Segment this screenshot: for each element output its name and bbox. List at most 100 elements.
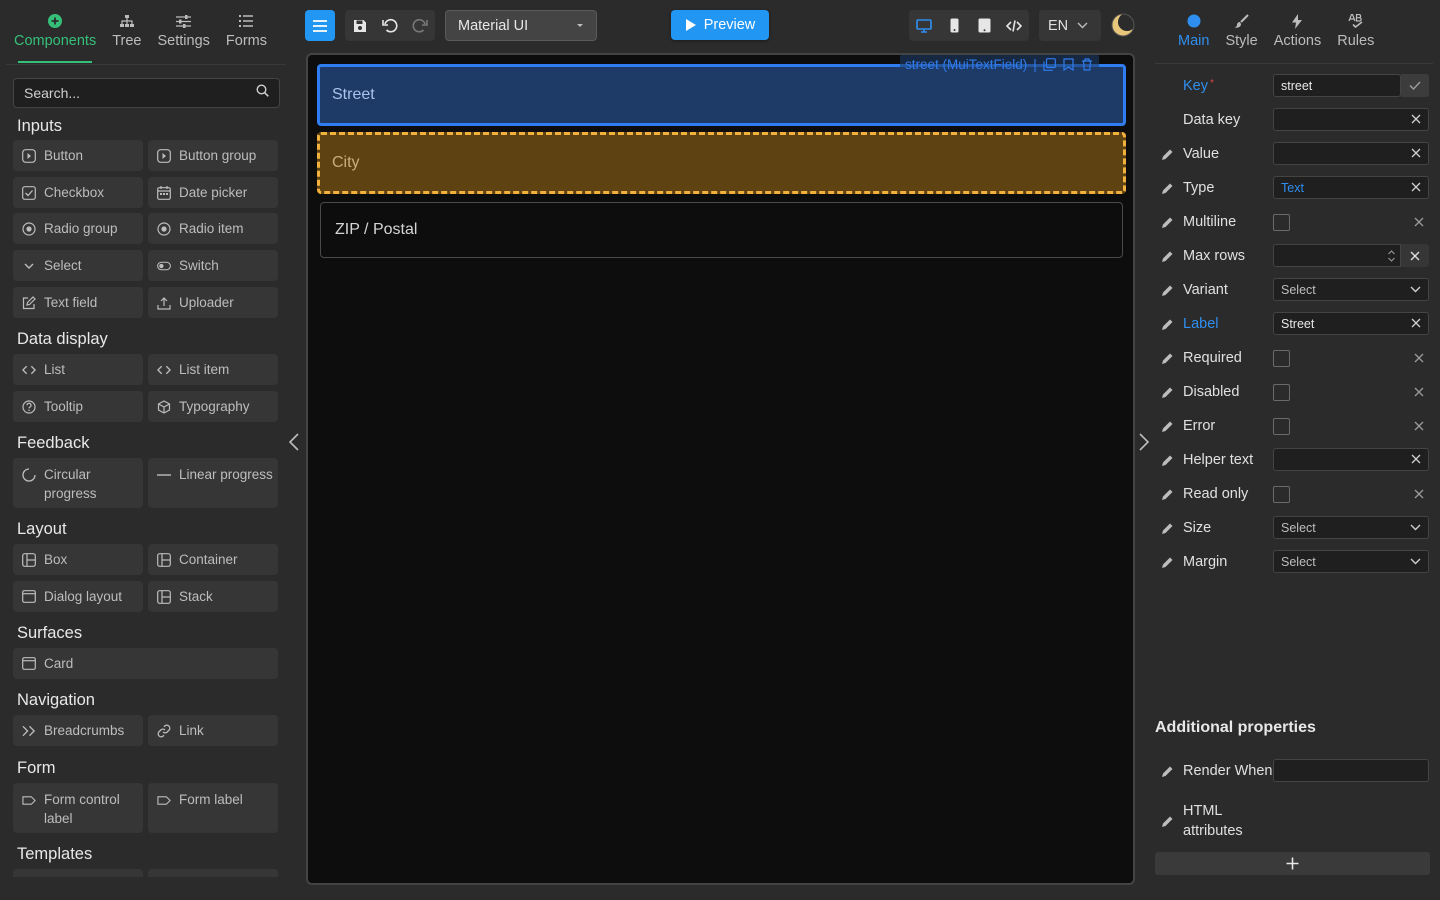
value-input[interactable]	[1273, 142, 1429, 165]
search-icon[interactable]	[256, 84, 269, 102]
stepper-icon[interactable]	[1387, 249, 1396, 263]
pencil-icon[interactable]	[1160, 215, 1174, 229]
clear-icon[interactable]	[1410, 113, 1422, 125]
template-item[interactable]	[148, 869, 278, 877]
component-radio-group[interactable]: Radio group	[13, 213, 143, 244]
pencil-icon[interactable]	[1160, 249, 1174, 263]
size-select[interactable]: Select	[1273, 516, 1429, 539]
required-checkbox[interactable]	[1273, 350, 1290, 367]
tablet-view-button[interactable]	[969, 10, 999, 41]
component-button[interactable]: Button	[13, 140, 143, 171]
component-dialog-layout[interactable]: Dialog layout	[13, 581, 143, 612]
tab-rules[interactable]: Rules	[1329, 0, 1382, 64]
component-link[interactable]: Link	[148, 715, 278, 746]
component-typography[interactable]: Typography	[148, 391, 278, 422]
search-input[interactable]	[24, 85, 256, 101]
pencil-icon[interactable]	[1160, 521, 1174, 535]
desktop-view-button[interactable]	[909, 10, 939, 41]
type-input[interactable]: Text	[1273, 176, 1429, 199]
pencil-icon[interactable]	[1160, 283, 1174, 297]
component-form-label[interactable]: Form label	[148, 783, 278, 833]
zip-field[interactable]: ZIP / Postal	[320, 202, 1123, 258]
template-item[interactable]	[13, 869, 143, 877]
component-switch[interactable]: Switch	[148, 250, 278, 281]
disabled-checkbox[interactable]	[1273, 384, 1290, 401]
save-button[interactable]	[345, 10, 375, 41]
component-select[interactable]: Select	[13, 250, 143, 281]
pencil-icon[interactable]	[1160, 487, 1174, 501]
tab-tree[interactable]: Tree	[104, 0, 149, 64]
form-canvas[interactable]: Street street (MuiTextField) | City ZIP …	[306, 53, 1135, 885]
component-linear-progress[interactable]: Linear progress	[148, 458, 278, 508]
tab-style[interactable]: Style	[1217, 0, 1265, 64]
component-text-field[interactable]: Text field	[13, 287, 143, 318]
key-input[interactable]: street	[1273, 74, 1401, 97]
clear-max-rows-button[interactable]	[1401, 244, 1429, 267]
pencil-icon[interactable]	[1160, 419, 1174, 433]
theme-toggle-button[interactable]	[1111, 13, 1136, 37]
read-only-checkbox[interactable]	[1273, 486, 1290, 503]
city-field[interactable]: City	[317, 132, 1126, 194]
preview-button[interactable]: Preview	[671, 10, 769, 40]
pencil-icon[interactable]	[1160, 453, 1174, 467]
clear-icon[interactable]	[1410, 317, 1422, 329]
menu-button[interactable]	[305, 10, 335, 41]
language-select[interactable]: EN	[1039, 10, 1101, 41]
component-radio-item[interactable]: Radio item	[148, 213, 278, 244]
clear-icon[interactable]	[1410, 181, 1422, 193]
clear-icon[interactable]	[1413, 488, 1425, 500]
tab-forms[interactable]: Forms	[218, 0, 275, 64]
helper-text-input[interactable]	[1273, 448, 1429, 471]
pencil-icon[interactable]	[1160, 555, 1174, 569]
collapse-left-panel-button[interactable]	[287, 432, 305, 454]
component-card[interactable]: Card	[13, 648, 278, 679]
component-list[interactable]: List	[13, 354, 143, 385]
pencil-icon[interactable]	[1160, 351, 1174, 365]
clear-icon[interactable]	[1410, 147, 1422, 159]
error-checkbox[interactable]	[1273, 418, 1290, 435]
component-circular-progress[interactable]: Circular progress	[13, 458, 143, 508]
undo-button[interactable]	[375, 10, 405, 41]
clear-icon[interactable]	[1413, 420, 1425, 432]
label-input[interactable]: Street	[1273, 312, 1429, 335]
variant-select[interactable]: Select	[1273, 278, 1429, 301]
pencil-icon[interactable]	[1160, 764, 1174, 778]
add-attribute-button[interactable]	[1155, 852, 1430, 875]
bookmark-icon[interactable]	[1062, 57, 1075, 71]
component-breadcrumbs[interactable]: Breadcrumbs	[13, 715, 143, 746]
component-uploader[interactable]: Uploader	[148, 287, 278, 318]
render-when-input[interactable]	[1273, 759, 1429, 782]
component-tooltip[interactable]: Tooltip	[13, 391, 143, 422]
tab-settings[interactable]: Settings	[150, 0, 218, 64]
pencil-icon[interactable]	[1160, 181, 1174, 195]
data-key-input[interactable]	[1273, 108, 1429, 131]
component-date-picker[interactable]: Date picker	[148, 177, 278, 208]
component-container[interactable]: Container	[148, 544, 278, 575]
redo-button[interactable]	[405, 10, 435, 41]
pencil-icon[interactable]	[1160, 147, 1174, 161]
component-list-item[interactable]: List item	[148, 354, 278, 385]
component-stack[interactable]: Stack	[148, 581, 278, 612]
component-form-control-label[interactable]: Form control label	[13, 783, 143, 833]
margin-select[interactable]: Select	[1273, 550, 1429, 573]
component-button-group[interactable]: Button group	[148, 140, 278, 171]
component-box[interactable]: Box	[13, 544, 143, 575]
pencil-icon[interactable]	[1160, 317, 1174, 331]
clear-icon[interactable]	[1413, 216, 1425, 228]
pencil-icon[interactable]	[1160, 385, 1174, 399]
ui-library-select[interactable]: Material UI	[445, 10, 597, 41]
pencil-icon[interactable]	[1160, 814, 1174, 828]
tab-main[interactable]: Main	[1170, 0, 1217, 64]
max-rows-input[interactable]	[1273, 244, 1401, 267]
mobile-view-button[interactable]	[939, 10, 969, 41]
tab-components[interactable]: Components	[6, 0, 104, 64]
collapse-right-panel-button[interactable]	[1137, 432, 1155, 454]
tab-actions[interactable]: Actions	[1266, 0, 1330, 64]
multiline-checkbox[interactable]	[1273, 214, 1290, 231]
confirm-key-button[interactable]	[1401, 74, 1429, 97]
code-view-button[interactable]	[999, 10, 1029, 41]
clear-icon[interactable]	[1413, 386, 1425, 398]
clear-icon[interactable]	[1413, 352, 1425, 364]
clear-icon[interactable]	[1410, 453, 1422, 465]
delete-icon[interactable]	[1081, 57, 1094, 71]
